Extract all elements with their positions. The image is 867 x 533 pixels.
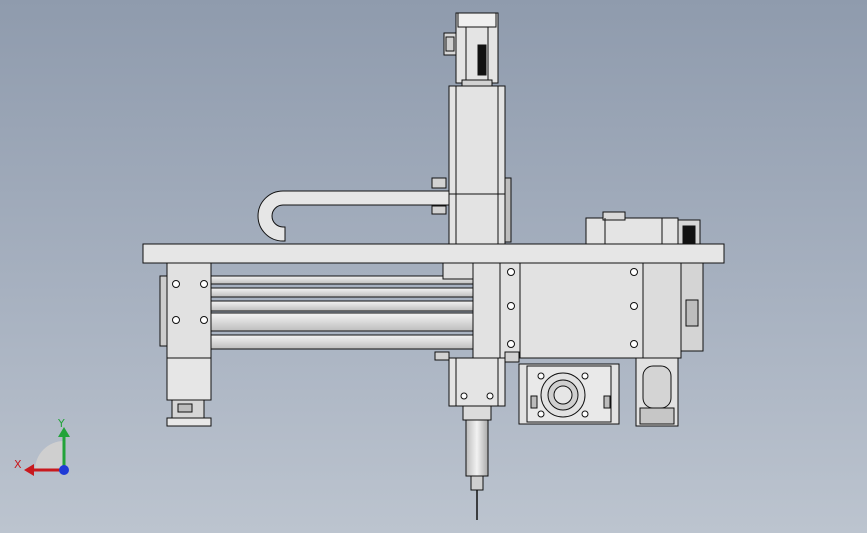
- top-plate: [142, 243, 725, 264]
- x-axis-carriage: [472, 262, 704, 359]
- z-axis-slider: [434, 351, 520, 407]
- gantry-drawing: Y X: [14, 12, 725, 520]
- x-axis-arrow-icon: [24, 464, 34, 476]
- x-axis-rails: [210, 262, 474, 350]
- y-axis-motor: [585, 211, 701, 245]
- z-axis-origin-icon: [59, 465, 69, 475]
- left-end-block: [159, 262, 212, 427]
- coordinate-triad: [24, 427, 70, 476]
- triad-y-label: Y: [57, 417, 65, 430]
- coupling-block: [518, 363, 620, 425]
- cable-loop: [257, 177, 450, 242]
- side-bracket: [635, 357, 679, 427]
- z-axis-motor: [443, 12, 499, 87]
- z-axis-column: [448, 85, 512, 247]
- probe-tool: [462, 405, 492, 520]
- triad-x-label: X: [14, 458, 22, 471]
- cad-viewport[interactable]: Y X: [0, 0, 867, 533]
